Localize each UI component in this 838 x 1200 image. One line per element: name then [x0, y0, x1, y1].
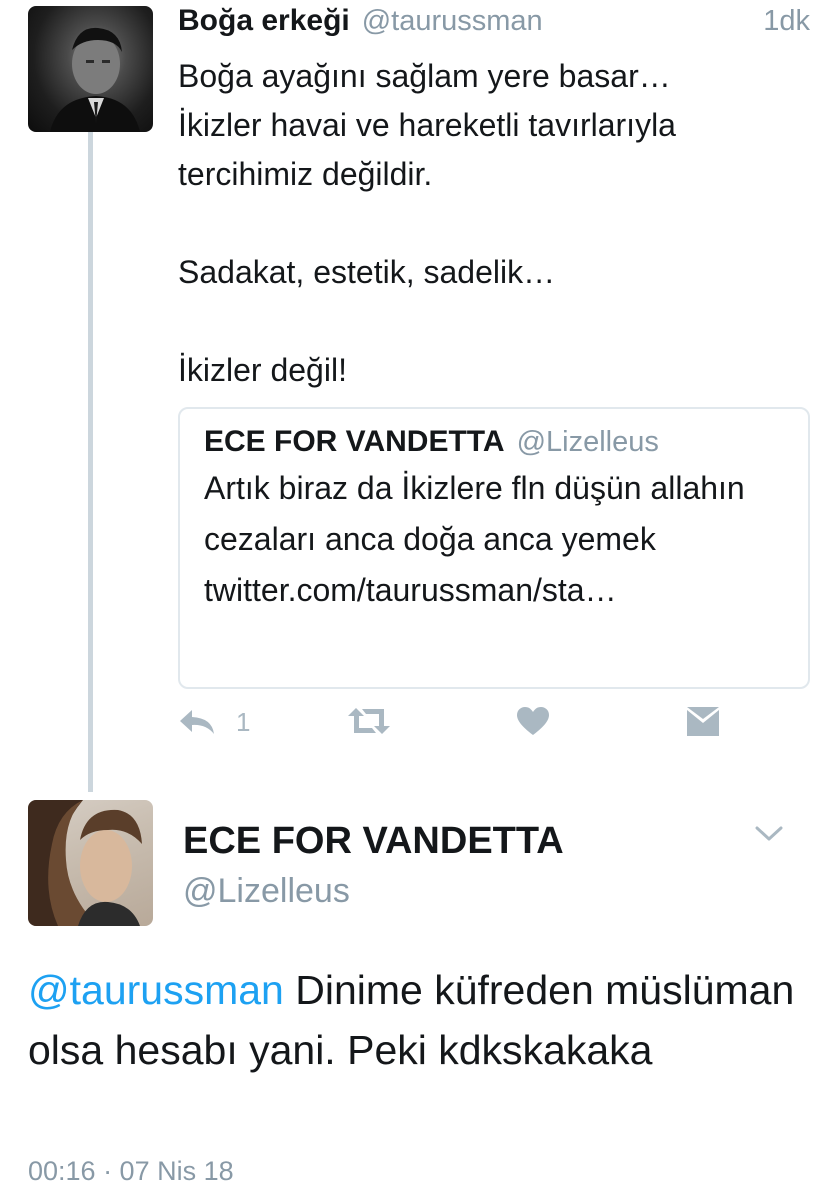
tweet-timestamp[interactable]: 1dk [763, 5, 810, 38]
author-name[interactable]: ECE FOR VANDETTA [183, 820, 564, 863]
tweet-text: @taurussman Dinime küfreden müslüman ols… [28, 960, 808, 1080]
reply-button[interactable]: 1 [178, 706, 250, 738]
tweet-header: Boğa erkeği @taurussman 1dk [178, 4, 810, 38]
avatar[interactable] [28, 6, 153, 132]
tweet-action-bar: 1 [178, 706, 738, 760]
chevron-down-icon [755, 826, 783, 841]
quoted-author-name: ECE FOR VANDETTA [204, 425, 505, 458]
direct-message-button[interactable] [686, 706, 720, 738]
author-handle[interactable]: @Lizelleus [183, 872, 350, 911]
tweet-thread: Boğa erkeği @taurussman 1dk Boğa ayağını… [0, 0, 838, 1200]
quoted-author-handle: @Lizelleus [516, 426, 659, 458]
tweet-menu-button[interactable] [754, 824, 784, 849]
tweet-timestamp[interactable]: 00:16 · 07 Nis 18 [28, 1156, 234, 1187]
reply-count: 1 [236, 706, 251, 737]
avatar-portrait-image [50, 27, 140, 132]
author-handle[interactable]: @taurussman [362, 5, 543, 38]
tweet-text: Boğa ayağını sağlam yere basar… İkizler … [178, 58, 676, 388]
retweet-button[interactable] [348, 706, 390, 736]
retweet-icon [348, 708, 390, 734]
quoted-tweet-text: Artık biraz da İkizlere fln düşün allahı… [204, 470, 745, 608]
like-button[interactable] [516, 706, 550, 736]
quoted-tweet-header: ECE FOR VANDETTA @Lizelleus [204, 425, 784, 459]
author-name[interactable]: Boğa erkeği [178, 4, 350, 38]
reply-icon [180, 710, 214, 734]
thread-connector-line [88, 132, 93, 792]
quoted-tweet-card[interactable]: ECE FOR VANDETTA @Lizelleus Artık biraz … [178, 407, 810, 689]
heart-icon [517, 707, 549, 735]
envelope-icon [687, 707, 719, 736]
avatar[interactable] [28, 800, 153, 926]
avatar-portrait-image [28, 800, 142, 926]
mention-link[interactable]: @taurussman [28, 967, 284, 1013]
